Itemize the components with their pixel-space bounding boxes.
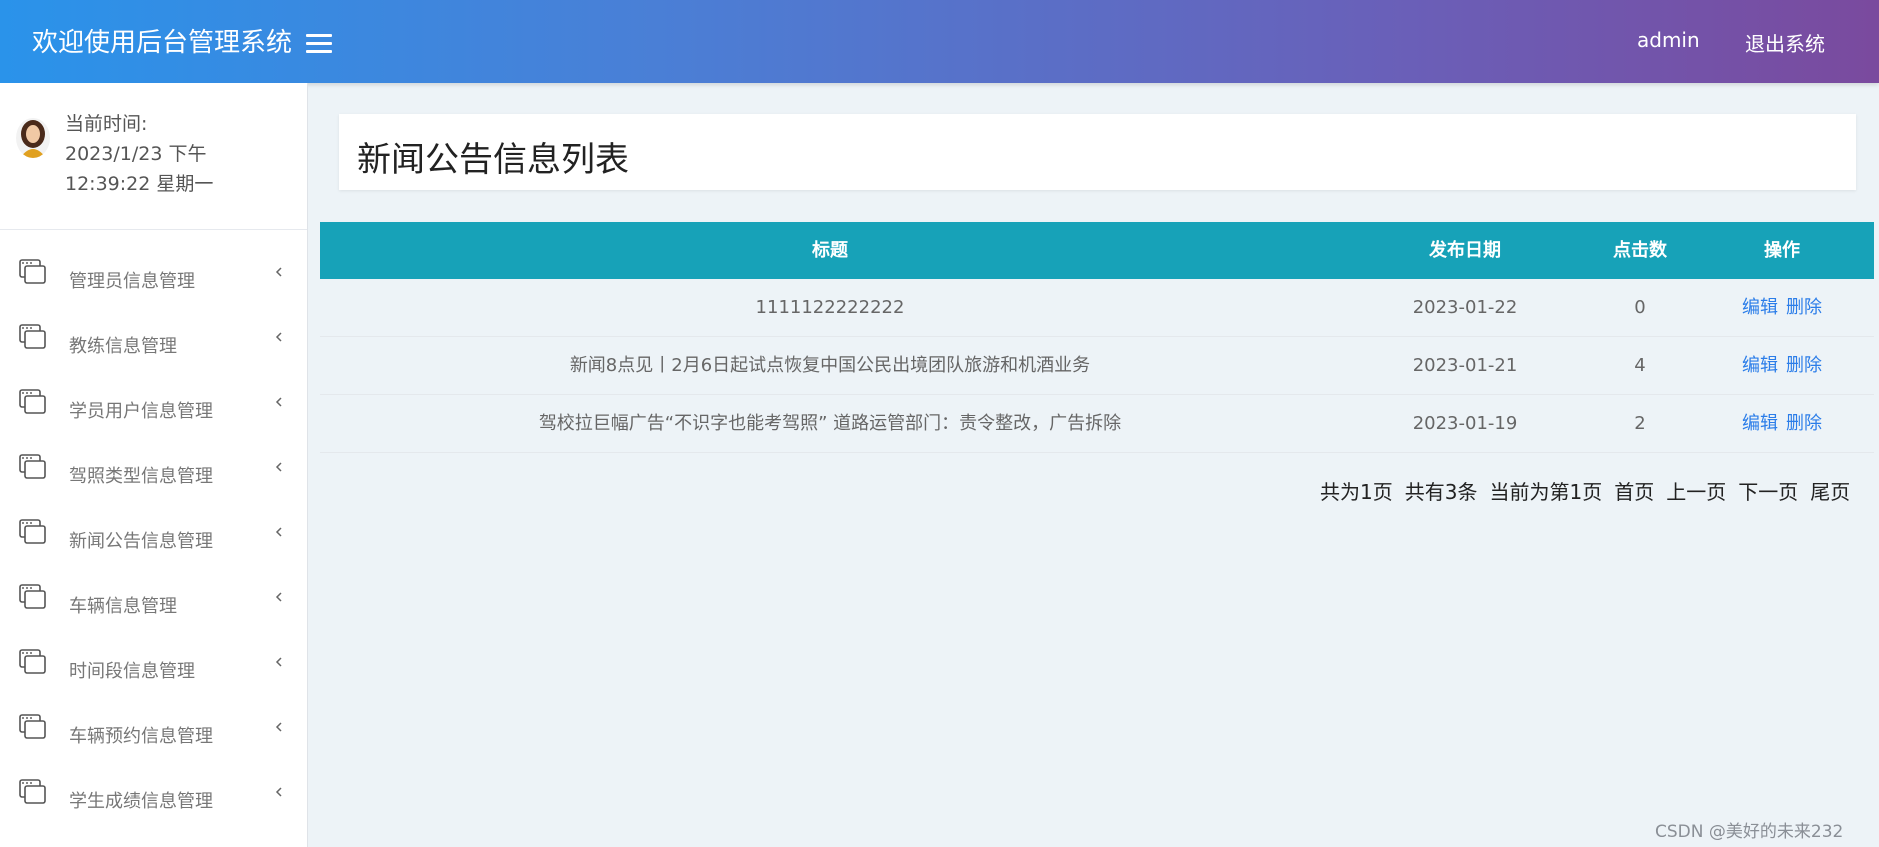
sidebar-item-news[interactable]: 新闻公告信息管理 bbox=[0, 513, 307, 578]
profile-panel: 当前时间: 2023/1/23 下午 12:39:22 星期一 bbox=[0, 83, 307, 230]
cell-title: 1111122222222 bbox=[755, 297, 905, 318]
column-header-date: 发布日期 bbox=[1429, 240, 1501, 261]
chevron-left-icon bbox=[275, 332, 282, 342]
cell-clicks: 0 bbox=[1634, 297, 1646, 318]
cell-date: 2023-01-22 bbox=[1412, 297, 1518, 318]
window-icon bbox=[19, 324, 46, 349]
current-time: 当前时间: 2023/1/23 下午 12:39:22 星期一 bbox=[65, 109, 213, 199]
delete-link[interactable]: 删除 bbox=[1786, 413, 1822, 434]
edit-link[interactable]: 编辑 bbox=[1742, 355, 1778, 376]
chevron-left-icon bbox=[275, 527, 282, 537]
sidebar-item-label: 学员用户信息管理 bbox=[69, 401, 213, 422]
pagination: 共为1页 共有3条 当前为第1页 首页 上一页 下一页 尾页 bbox=[1320, 476, 1850, 505]
first-page-link[interactable]: 首页 bbox=[1614, 480, 1654, 504]
sidebar-item-student[interactable]: 学员用户信息管理 bbox=[0, 383, 307, 448]
window-icon bbox=[19, 649, 46, 674]
sidebar-item-scores[interactable]: 学生成绩信息管理 bbox=[0, 773, 307, 838]
logout-button[interactable]: 退出系统 bbox=[1745, 28, 1825, 57]
current-page: 当前为第1页 bbox=[1489, 480, 1603, 504]
table-row: 新闻8点见丨2月6日起试点恢复中国公民出境团队旅游和机酒业务 2023-01-2… bbox=[320, 337, 1874, 395]
column-header-ops: 操作 bbox=[1764, 240, 1800, 261]
chevron-left-icon bbox=[275, 657, 282, 667]
window-icon bbox=[19, 389, 46, 414]
window-icon bbox=[19, 259, 46, 284]
sidebar-item-admin[interactable]: 管理员信息管理 bbox=[0, 253, 307, 318]
next-page-link[interactable]: 下一页 bbox=[1738, 480, 1798, 504]
sidebar-item-label: 学生成绩信息管理 bbox=[69, 791, 213, 812]
column-header-clicks: 点击数 bbox=[1613, 240, 1667, 261]
cell-clicks: 4 bbox=[1634, 355, 1646, 376]
prev-page-link[interactable]: 上一页 bbox=[1666, 480, 1726, 504]
sidebar-item-label: 车辆预约信息管理 bbox=[69, 726, 213, 747]
last-page-link[interactable]: 尾页 bbox=[1810, 480, 1850, 504]
cell-title: 新闻8点见丨2月6日起试点恢复中国公民出境团队旅游和机酒业务 bbox=[569, 355, 1091, 376]
chevron-left-icon bbox=[275, 397, 282, 407]
app-title: 欢迎使用后台管理系统 bbox=[32, 28, 293, 58]
cell-date: 2023-01-21 bbox=[1412, 355, 1518, 376]
total-items: 共有3条 bbox=[1404, 480, 1478, 504]
edit-link[interactable]: 编辑 bbox=[1742, 413, 1778, 434]
chevron-left-icon bbox=[275, 722, 282, 732]
watermark: CSDN @美好的未来232 bbox=[1655, 822, 1844, 842]
cell-ops: 编辑 删除 bbox=[1690, 395, 1874, 453]
chevron-left-icon bbox=[275, 267, 282, 277]
sidebar-item-label: 时间段信息管理 bbox=[69, 661, 195, 682]
table-row: 1111122222222 2023-01-22 0 编辑 删除 bbox=[320, 279, 1874, 337]
sidebar-item-label: 新闻公告信息管理 bbox=[69, 531, 213, 552]
cell-clicks: 2 bbox=[1634, 413, 1646, 434]
cell-ops: 编辑 删除 bbox=[1690, 279, 1874, 337]
chevron-left-icon bbox=[275, 592, 282, 602]
time-value: 12:39:22 星期一 bbox=[65, 173, 214, 195]
total-pages: 共为1页 bbox=[1320, 480, 1393, 504]
sidebar-item-label: 驾照类型信息管理 bbox=[69, 466, 213, 487]
window-icon bbox=[19, 519, 46, 544]
table-row: 驾校拉巨幅广告“不识字也能考驾照” 道路运管部门：责令整改，广告拆除 2023-… bbox=[320, 395, 1874, 453]
window-icon bbox=[19, 714, 46, 739]
hamburger-icon[interactable] bbox=[306, 34, 332, 54]
date-value: 2023/1/23 下午 bbox=[65, 143, 207, 165]
sidebar-item-license-type[interactable]: 驾照类型信息管理 bbox=[0, 448, 307, 513]
cell-ops: 编辑 删除 bbox=[1690, 337, 1874, 395]
cell-title: 驾校拉巨幅广告“不识字也能考驾照” 道路运管部门：责令整改，广告拆除 bbox=[538, 413, 1122, 434]
column-header-title: 标题 bbox=[812, 240, 848, 261]
edit-link[interactable]: 编辑 bbox=[1742, 297, 1778, 318]
sidebar-item-vehicle[interactable]: 车辆信息管理 bbox=[0, 578, 307, 643]
news-table: 标题 发布日期 点击数 操作 1111122222222 2023-01-22 … bbox=[320, 222, 1874, 453]
sidebar-item-booking[interactable]: 车辆预约信息管理 bbox=[0, 708, 307, 773]
sidebar-item-label: 管理员信息管理 bbox=[69, 271, 195, 292]
window-icon bbox=[19, 454, 46, 479]
chevron-left-icon bbox=[275, 787, 282, 797]
page-title-card: 新闻公告信息列表 bbox=[339, 114, 1856, 190]
avatar bbox=[16, 118, 50, 158]
sidebar-item-coach[interactable]: 教练信息管理 bbox=[0, 318, 307, 383]
sidebar-item-label: 车辆信息管理 bbox=[69, 596, 177, 617]
sidebar: 当前时间: 2023/1/23 下午 12:39:22 星期一 管理员信息管理 … bbox=[0, 83, 308, 847]
delete-link[interactable]: 删除 bbox=[1786, 355, 1822, 376]
time-label: 当前时间: bbox=[65, 113, 148, 135]
sidebar-item-timeslot[interactable]: 时间段信息管理 bbox=[0, 643, 307, 708]
chevron-left-icon bbox=[275, 462, 282, 472]
sidebar-menu: 管理员信息管理 教练信息管理 学员用户信息管理 驾照类型信息管理 新闻公告信息管… bbox=[0, 253, 307, 838]
window-icon bbox=[19, 584, 46, 609]
top-header: 欢迎使用后台管理系统 admin 退出系统 bbox=[0, 0, 1879, 83]
current-user[interactable]: admin bbox=[1637, 28, 1700, 52]
cell-date: 2023-01-19 bbox=[1412, 413, 1518, 434]
window-icon bbox=[19, 779, 46, 804]
table-header: 标题 发布日期 点击数 操作 bbox=[320, 222, 1874, 279]
sidebar-item-label: 教练信息管理 bbox=[69, 336, 177, 357]
page-title: 新闻公告信息列表 bbox=[357, 140, 629, 180]
delete-link[interactable]: 删除 bbox=[1786, 297, 1822, 318]
